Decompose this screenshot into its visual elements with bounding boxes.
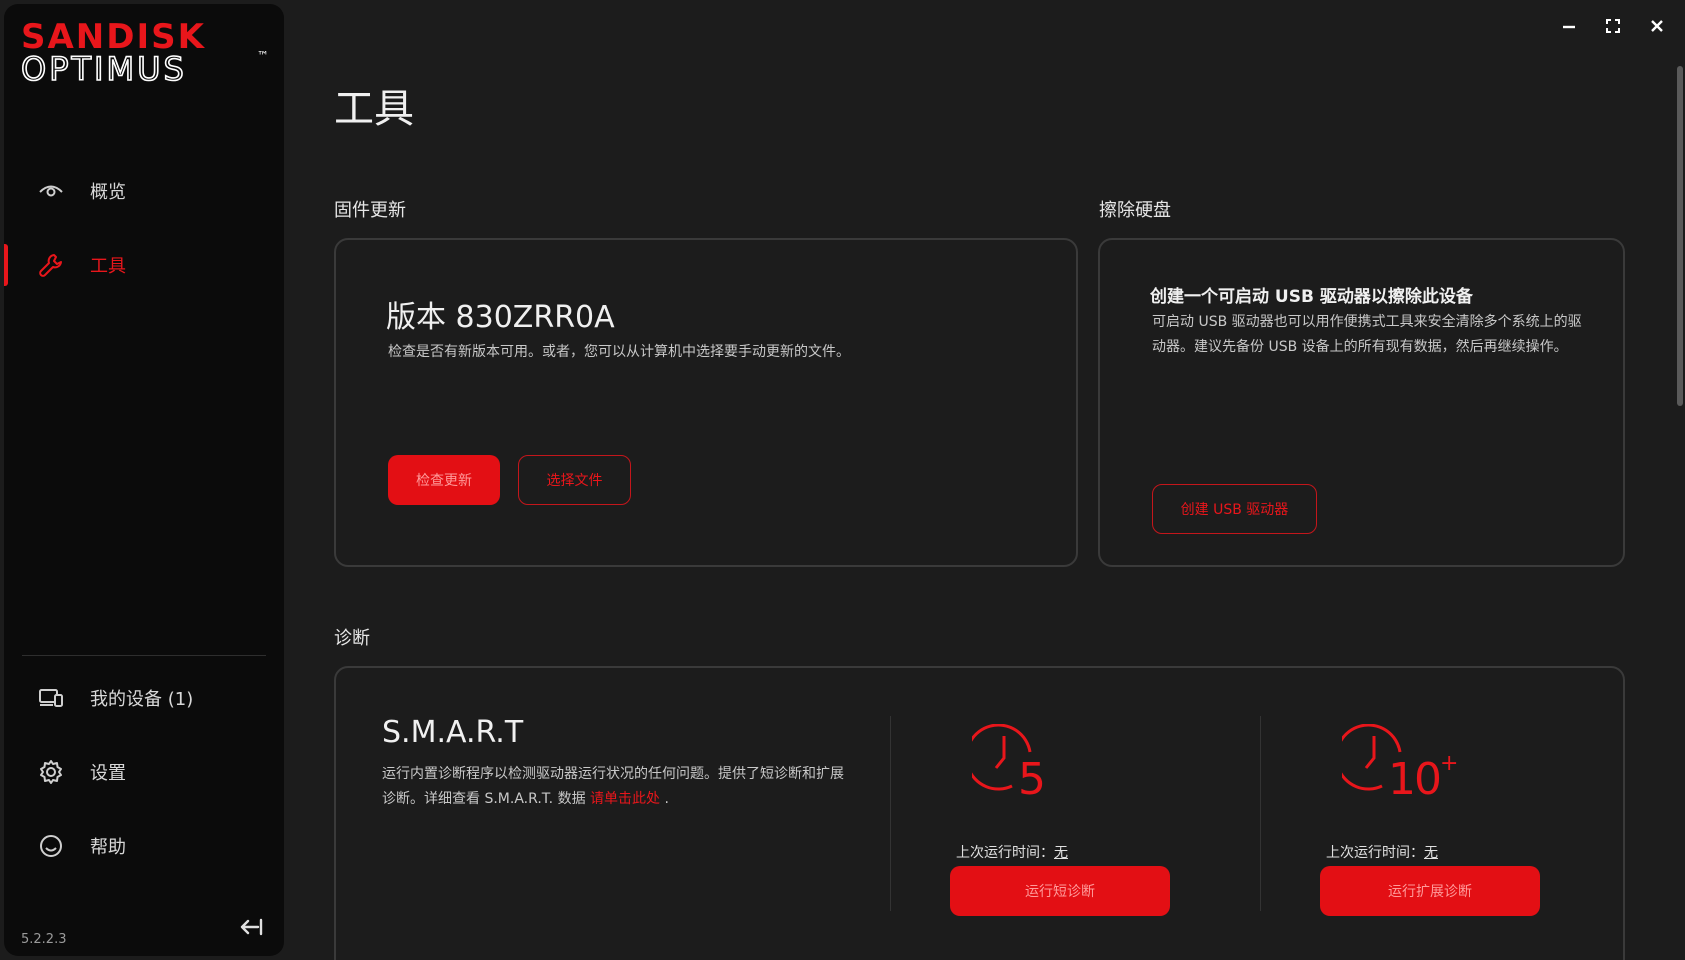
- wipe-heading: 创建一个可启动 USB 驱动器以擦除此设备: [1150, 287, 1473, 307]
- sandisk-optimus-logo: SANDISK OPTIMUS ™: [21, 18, 271, 84]
- maximize-icon: [1606, 19, 1620, 33]
- create-usb-button[interactable]: 创建 USB 驱动器: [1152, 484, 1317, 534]
- app-window: SANDISK OPTIMUS ™ 概览 工具 我的设备 (1) 设置 帮助 5…: [0, 0, 1685, 960]
- main-scrollbar[interactable]: [1677, 66, 1683, 406]
- smart-data-link[interactable]: 请单击此处: [590, 791, 660, 807]
- collapse-arrow-icon: [240, 918, 263, 936]
- sidebar-bottom-nav: 我的设备 (1) 设置 帮助: [4, 661, 284, 883]
- diagnostics-section-title: 诊断: [334, 628, 370, 649]
- extended-last-run-value: 无: [1424, 845, 1438, 861]
- short-last-run-label: 上次运行时间：: [956, 845, 1054, 861]
- sidebar-item-label: 我的设备 (1): [90, 689, 194, 710]
- sidebar-item-my-devices[interactable]: 我的设备 (1): [4, 661, 284, 735]
- wipe-section-title: 擦除硬盘: [1099, 200, 1171, 221]
- devices-icon: [36, 683, 66, 713]
- close-icon: [1651, 20, 1663, 32]
- run-extended-diagnostic-button[interactable]: 运行扩展诊断: [1320, 866, 1540, 916]
- smart-description: 运行内置诊断程序以检测驱动器运行状况的任何问题。提供了短诊断和扩展诊断。详细查看…: [382, 762, 852, 812]
- sidebar-item-label: 概览: [90, 182, 126, 203]
- window-controls: [1557, 14, 1669, 38]
- firmware-card: 版本 830ZRR0A 检查是否有新版本可用。或者，您可以从计算机中选择要手动更…: [334, 238, 1078, 567]
- sidebar-nav: 概览 工具: [4, 154, 284, 302]
- close-button[interactable]: [1645, 14, 1669, 38]
- sidebar-divider: [22, 655, 266, 656]
- extended-number-text: 10: [1388, 754, 1442, 805]
- sidebar-item-overview[interactable]: 概览: [4, 154, 284, 228]
- firmware-version: 版本 830ZRR0A: [386, 300, 615, 335]
- smart-description-end: .: [664, 791, 669, 807]
- wrench-icon: [36, 250, 66, 280]
- sidebar-item-label: 帮助: [90, 837, 126, 858]
- firmware-section-title: 固件更新: [334, 200, 406, 221]
- minimize-button[interactable]: [1557, 14, 1581, 38]
- run-short-diagnostic-button[interactable]: 运行短诊断: [950, 866, 1170, 916]
- sidebar: SANDISK OPTIMUS ™ 概览 工具 我的设备 (1) 设置 帮助 5…: [4, 4, 284, 956]
- diagnostics-card: S.M.A.R.T 运行内置诊断程序以检测驱动器运行状况的任何问题。提供了短诊断…: [334, 666, 1625, 960]
- diagnostics-divider-2: [1260, 716, 1261, 911]
- app-version: 5.2.2.3: [21, 932, 67, 947]
- wipe-card: 创建一个可启动 USB 驱动器以擦除此设备 可启动 USB 驱动器也可以用作便携…: [1098, 238, 1625, 567]
- smart-title: S.M.A.R.T: [382, 715, 524, 750]
- brand-line2: OPTIMUS: [21, 50, 187, 84]
- extended-number-suffix: +: [1440, 751, 1458, 777]
- maximize-button[interactable]: [1601, 14, 1625, 38]
- extended-diagnostic-number: 10+: [1388, 751, 1458, 805]
- extended-last-run-label: 上次运行时间：: [1326, 845, 1424, 861]
- gear-icon: [36, 757, 66, 787]
- wipe-description: 可启动 USB 驱动器也可以用作便携式工具来安全清除多个系统上的驱动器。建议先备…: [1152, 314, 1582, 355]
- sidebar-item-help[interactable]: 帮助: [4, 809, 284, 883]
- sidebar-item-label: 工具: [90, 256, 126, 277]
- page-title: 工具: [334, 86, 414, 132]
- sidebar-item-settings[interactable]: 设置: [4, 735, 284, 809]
- brand-tm: ™: [257, 49, 269, 63]
- sidebar-item-tools[interactable]: 工具: [4, 228, 284, 302]
- short-diagnostic-number: 5: [1018, 754, 1046, 805]
- short-last-run: 上次运行时间：无: [956, 842, 1068, 862]
- collapse-sidebar-button[interactable]: [236, 912, 266, 942]
- sidebar-item-label: 设置: [90, 763, 126, 784]
- minimize-icon: [1563, 25, 1575, 29]
- eye-icon: [36, 176, 66, 206]
- extended-last-run: 上次运行时间：无: [1326, 842, 1438, 862]
- firmware-description: 检查是否有新版本可用。或者，您可以从计算机中选择要手动更新的文件。: [388, 344, 850, 360]
- choose-file-button[interactable]: 选择文件: [518, 455, 631, 505]
- smiley-icon: [36, 831, 66, 861]
- diagnostics-divider: [890, 716, 891, 911]
- short-last-run-value: 无: [1054, 845, 1068, 861]
- check-update-button[interactable]: 检查更新: [388, 455, 500, 505]
